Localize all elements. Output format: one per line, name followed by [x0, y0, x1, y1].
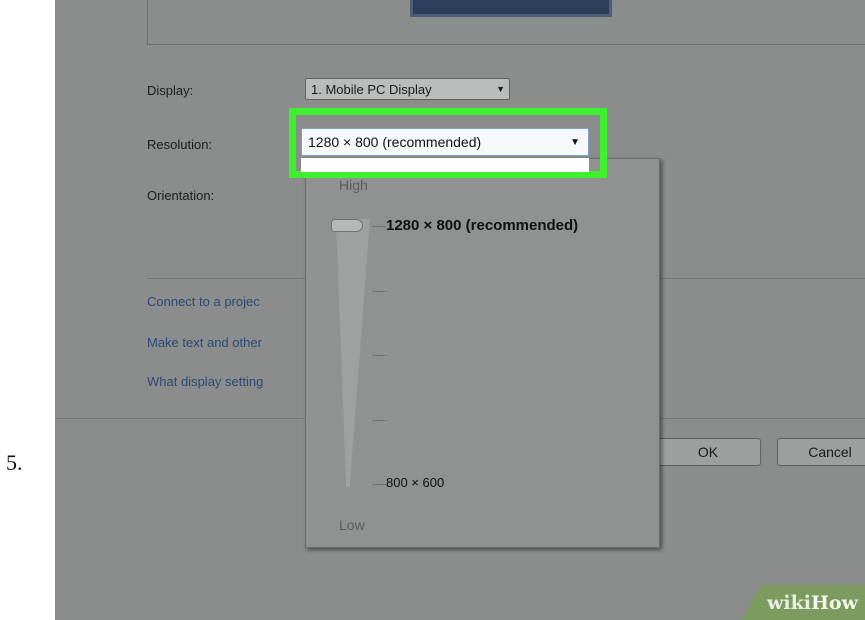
- cancel-button[interactable]: Cancel: [777, 438, 865, 466]
- resolution-dropdown-value: 1280 × 800 (recommended): [308, 134, 482, 150]
- connect-projector-link[interactable]: Connect to a projec: [147, 294, 260, 309]
- slider-thumb[interactable]: [331, 219, 363, 232]
- step-number: 5.: [6, 450, 23, 475]
- slider-min-option[interactable]: 800 × 600: [386, 475, 444, 490]
- slider-tick: [372, 355, 386, 356]
- slider-low-label: Low: [339, 517, 365, 533]
- watermark-logo: wikiHow: [767, 592, 858, 614]
- slider-tick: [372, 420, 386, 421]
- resolution-dropdown[interactable]: 1280 × 800 (recommended) ▼: [301, 128, 589, 156]
- dropdown-open-strip: [301, 158, 589, 172]
- screen-resolution-window: Display: 1. Mobile PC Display ▼ Resoluti…: [55, 0, 865, 620]
- chevron-down-icon: ▼: [496, 84, 505, 94]
- orientation-label: Orientation:: [147, 188, 215, 203]
- display-label: Display:: [147, 83, 194, 98]
- monitor-preview-icon[interactable]: [410, 0, 612, 17]
- resolution-label: Resolution:: [147, 137, 213, 152]
- chevron-down-icon: ▼: [570, 136, 580, 148]
- display-dropdown[interactable]: 1. Mobile PC Display ▼: [305, 78, 510, 100]
- display-dropdown-value: 1. Mobile PC Display: [311, 81, 432, 97]
- resolution-slider-popup: High 1280 × 800 (recommended) 800 × 600 …: [305, 158, 660, 548]
- slider-tick: [372, 226, 386, 227]
- slider-track[interactable]: [336, 219, 370, 487]
- make-text-larger-link[interactable]: Make text and other: [147, 335, 262, 350]
- ok-button[interactable]: OK: [655, 438, 761, 466]
- slider-tick: [372, 484, 386, 485]
- slider-high-label: High: [339, 177, 368, 193]
- slider-max-option[interactable]: 1280 × 800 (recommended): [386, 217, 578, 234]
- display-settings-help-link[interactable]: What display setting: [147, 374, 263, 389]
- slider-tick: [372, 291, 386, 292]
